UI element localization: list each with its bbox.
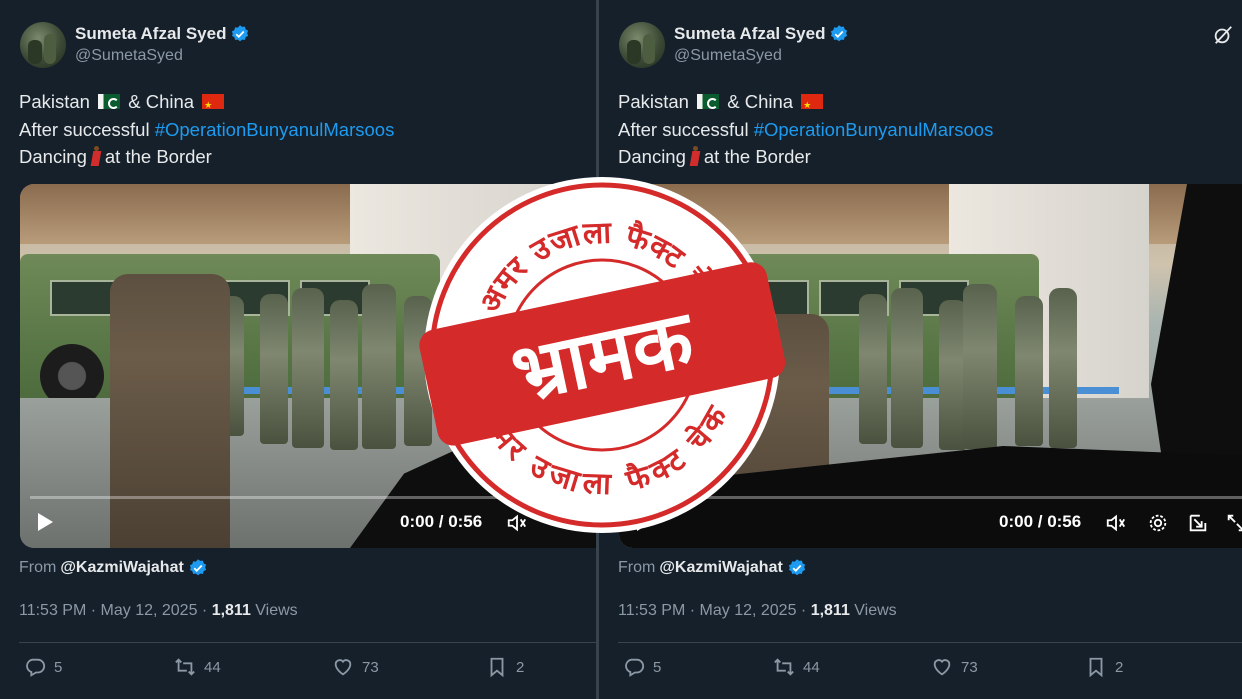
settings-icon[interactable]: [1147, 512, 1169, 534]
like-button[interactable]: 73: [332, 656, 379, 678]
from-handle-link[interactable]: @KazmiWajahat: [659, 559, 782, 577]
verified-badge-icon: [189, 559, 206, 576]
views-label: Views: [849, 602, 897, 619]
volume-icon[interactable]: [1105, 512, 1127, 534]
source-attribution: From @KazmiWajahat: [19, 558, 208, 578]
tweet-meta: 11:53 PM · May 12, 2025 · 1,811 Views: [618, 602, 897, 620]
views-count: 1,811: [810, 602, 850, 619]
tweet-text: Pakistan & China After successful #Opera…: [618, 88, 993, 171]
display-name[interactable]: Sumeta Afzal Syed: [674, 24, 825, 44]
from-handle-link[interactable]: @KazmiWajahat: [60, 559, 183, 577]
text-after: After successful: [618, 118, 749, 140]
retweet-count: 44: [803, 658, 820, 676]
reply-button[interactable]: 5: [623, 656, 661, 678]
bookmark-button[interactable]: 2: [1085, 656, 1123, 678]
source-attribution: From @KazmiWajahat: [618, 558, 807, 578]
text-after: After successful: [19, 118, 150, 140]
volume-icon[interactable]: [506, 512, 528, 534]
from-label: From: [19, 559, 57, 576]
like-count: 73: [961, 658, 978, 676]
retweet-icon: [175, 658, 195, 676]
text-pakistan: Pakistan: [19, 91, 90, 112]
hashtag-link[interactable]: #OperationBunyanulMarsoos: [754, 119, 994, 140]
grok-icon[interactable]: [1212, 24, 1234, 46]
views-count: 1,811: [211, 602, 251, 619]
avatar[interactable]: [619, 22, 665, 68]
reply-icon: [26, 658, 46, 677]
like-icon: [933, 659, 951, 676]
timestamp[interactable]: 11:53 PM · May 12, 2025 ·: [19, 602, 212, 619]
bookmark-icon: [490, 657, 504, 678]
reply-count: 5: [653, 658, 662, 676]
text-border: at the Border: [703, 146, 811, 167]
pakistan-flag-icon: [98, 94, 121, 109]
text-pakistan: Pakistan: [618, 91, 689, 112]
tweet-header: Sumeta Afzal Syed @SumetaSyed: [20, 22, 250, 74]
timestamp[interactable]: 11:53 PM · May 12, 2025 ·: [618, 602, 811, 619]
retweet-icon: [774, 658, 794, 676]
text-border: at the Border: [104, 146, 212, 167]
video-progress-bar[interactable]: [629, 496, 1242, 499]
video-time: 0:00 / 0:56: [400, 512, 483, 531]
views-label: Views: [250, 602, 298, 619]
bookmark-icon: [1089, 657, 1103, 678]
tweet-panel-left: Sumeta Afzal Syed @SumetaSyed Pakistan &…: [0, 0, 596, 699]
retweet-count: 44: [204, 658, 221, 676]
text-dancing: Dancing: [618, 146, 686, 167]
play-icon[interactable]: [635, 512, 653, 532]
dancer-emoji-icon: [688, 146, 702, 166]
dancer-emoji-icon: [89, 146, 103, 166]
reply-icon: [625, 658, 645, 677]
handle[interactable]: @SumetaSyed: [75, 47, 250, 65]
text-china: & China: [727, 91, 794, 112]
verified-badge-icon: [831, 25, 848, 42]
display-name[interactable]: Sumeta Afzal Syed: [75, 24, 226, 44]
action-bar: 5 44 73 2: [24, 656, 584, 686]
video-player[interactable]: 0:00 / 0:56: [20, 184, 596, 548]
china-flag-icon: [202, 92, 225, 120]
pakistan-flag-icon: [697, 94, 720, 109]
video-player[interactable]: 0:00 / 0:56: [619, 184, 1242, 548]
like-icon: [334, 659, 352, 676]
text-dancing: Dancing: [19, 146, 87, 167]
play-icon[interactable]: [36, 512, 54, 532]
tweet-panel-right: Sumeta Afzal Syed @SumetaSyed Pakistan &…: [599, 0, 1242, 699]
bookmark-count: 2: [516, 658, 525, 676]
retweet-button[interactable]: 44: [174, 656, 221, 678]
video-controls: 0:00 / 0:56: [619, 488, 1242, 548]
action-bar: 5 44 73 2: [623, 656, 1183, 686]
tweet-header: Sumeta Afzal Syed @SumetaSyed: [619, 22, 849, 74]
bookmark-button[interactable]: 2: [486, 656, 524, 678]
from-label: From: [618, 559, 656, 576]
verified-badge-icon: [788, 559, 805, 576]
like-button[interactable]: 73: [931, 656, 978, 678]
avatar[interactable]: [20, 22, 66, 68]
reply-button[interactable]: 5: [24, 656, 62, 678]
tweet-meta: 11:53 PM · May 12, 2025 · 1,811 Views: [19, 602, 298, 620]
text-china: & China: [128, 91, 195, 112]
tweet-text: Pakistan & China After successful #Opera…: [19, 88, 394, 171]
verified-badge-icon: [232, 25, 249, 42]
fullscreen-icon[interactable]: [1225, 512, 1242, 534]
like-count: 73: [362, 658, 379, 676]
handle[interactable]: @SumetaSyed: [674, 47, 849, 65]
picture-in-picture-icon[interactable]: [1187, 512, 1209, 534]
retweet-button[interactable]: 44: [773, 656, 820, 678]
hashtag-link[interactable]: #OperationBunyanulMarsoos: [155, 119, 395, 140]
video-progress-bar[interactable]: [30, 496, 596, 499]
video-time: 0:00 / 0:56: [999, 512, 1082, 531]
reply-count: 5: [54, 658, 63, 676]
video-controls: 0:00 / 0:56: [20, 488, 596, 548]
china-flag-icon: [801, 92, 824, 120]
bookmark-count: 2: [1115, 658, 1124, 676]
